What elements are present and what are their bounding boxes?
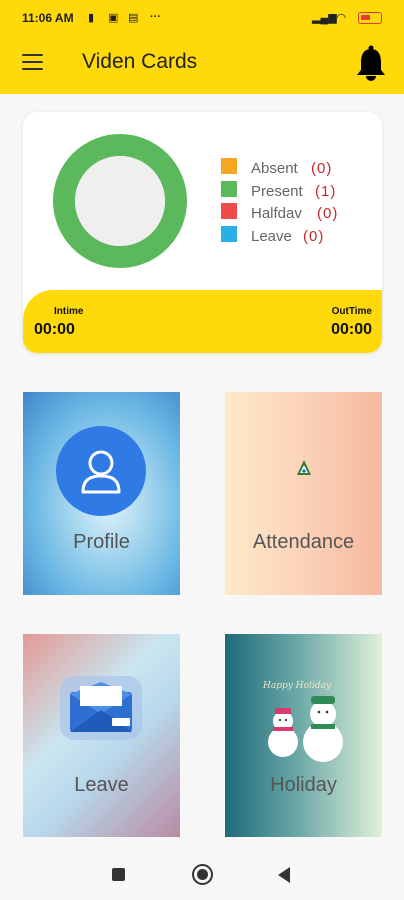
legend-count: (1) — [315, 182, 337, 200]
intime-label: Intime — [54, 306, 84, 317]
legend-count: (0) — [317, 205, 339, 222]
status-time: 11:06 AM — [22, 11, 74, 25]
donut-center — [75, 156, 165, 246]
intime-value: 00:00 — [34, 321, 75, 338]
notification-icon: ▣ — [108, 12, 119, 24]
holiday-tile[interactable]: Happy Holiday Holiday — [225, 634, 382, 837]
signal-icon: ▂▄▆ — [312, 12, 337, 24]
legend-label: Leave — [251, 227, 292, 245]
snowman-icon: Happy Holiday — [262, 681, 343, 762]
status-bar: 11:06 AM ▮ ▣ ▤ ··· ▂▄▆ ◠ — [0, 0, 404, 36]
envelope-icon — [60, 676, 142, 740]
legend-label: Halfdav — [251, 205, 302, 222]
present-swatch — [221, 180, 237, 197]
user-icon — [56, 426, 146, 516]
back-triangle-icon[interactable] — [278, 867, 290, 883]
sim-icon: ▮ — [88, 12, 95, 24]
attendance-tile[interactable]: Attendance — [225, 392, 382, 595]
profile-tile[interactable]: Profile — [23, 392, 180, 595]
leave-swatch — [221, 225, 237, 242]
legend-count: (0) — [303, 227, 325, 245]
leave-tile[interactable]: Leave — [23, 634, 180, 837]
menu-icon[interactable] — [22, 54, 43, 70]
bell-icon[interactable] — [356, 45, 386, 81]
legend-label: Present — [251, 182, 303, 200]
square-icon[interactable] — [112, 868, 125, 881]
attendance-donut-chart — [53, 134, 187, 268]
wifi-icon: ◠ — [337, 12, 346, 24]
tile-label: Attendance — [252, 531, 355, 553]
svg-text:Happy Holiday: Happy Holiday — [262, 681, 332, 691]
attendance-logo-icon — [297, 460, 311, 475]
absent-swatch — [221, 158, 237, 174]
tile-label: Leave — [74, 774, 129, 796]
app-title: Viden Cards — [82, 50, 198, 73]
outtime-value: 00:00 — [331, 321, 372, 338]
time-band: Intime 00:00 OutTime 00:00 — [23, 290, 382, 353]
tile-label: Holiday — [270, 774, 337, 796]
home-circle-icon[interactable] — [192, 864, 213, 885]
legend-label: Absent — [251, 160, 298, 177]
attendance-summary-card: Absent (0) Present (1) Halfdav (0) Leave… — [23, 112, 382, 353]
message-icon: ▤ — [128, 12, 139, 24]
legend-count: (0) — [311, 160, 333, 177]
outtime-label: OutTime — [331, 306, 372, 317]
halfday-swatch — [221, 203, 237, 219]
battery-icon — [358, 12, 382, 24]
more-notifications: ··· — [150, 11, 161, 23]
tile-label: Profile — [73, 531, 130, 553]
system-nav-bar — [0, 850, 404, 900]
